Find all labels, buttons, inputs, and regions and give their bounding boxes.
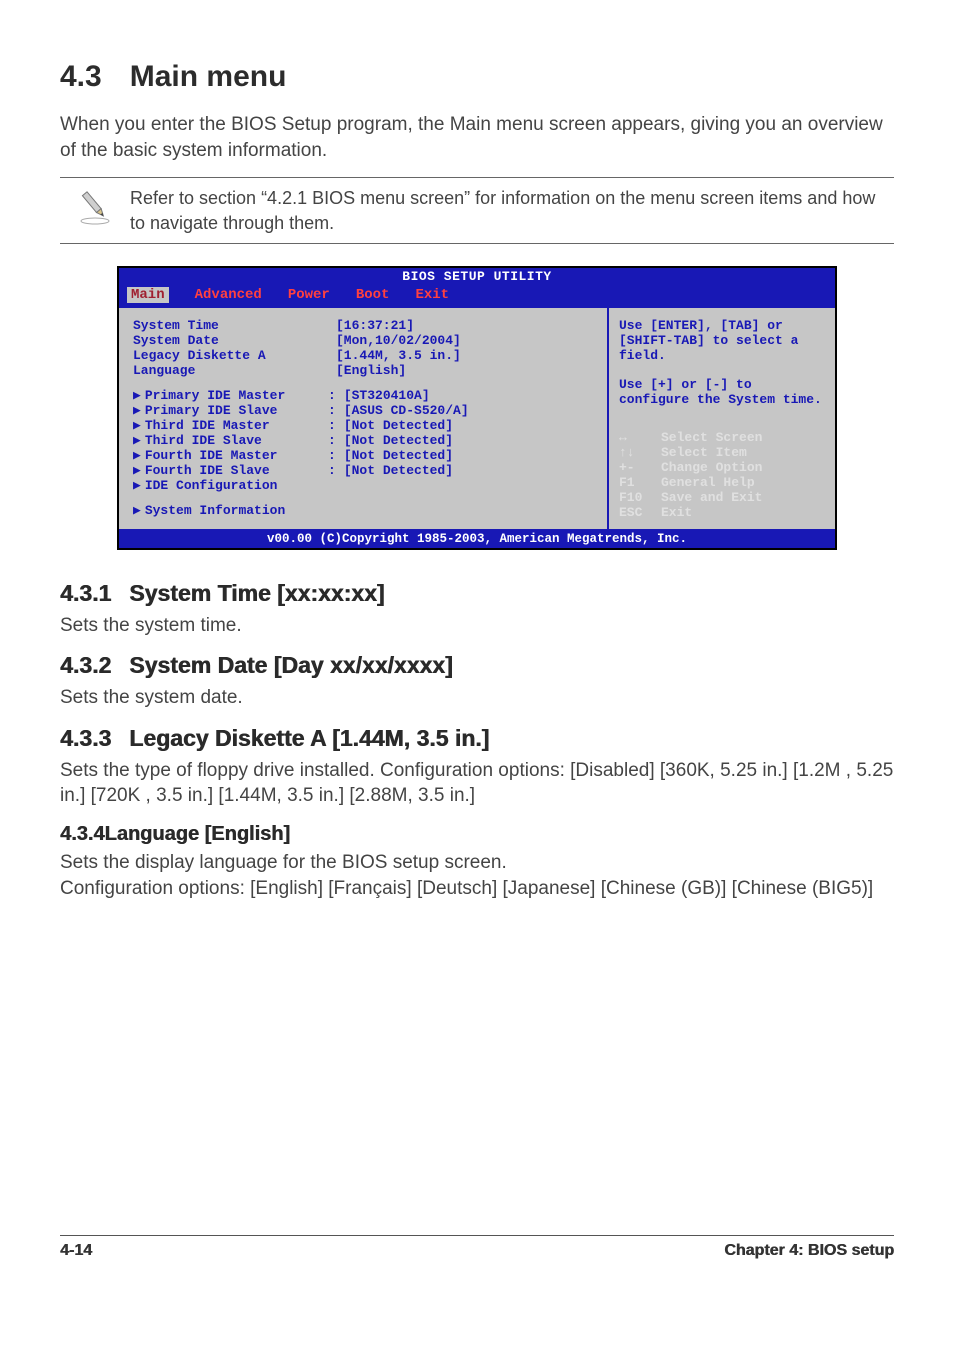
bios-tab-exit: Exit <box>415 287 449 303</box>
bios-tab-boot: Boot <box>356 287 390 303</box>
chapter-label: Chapter 4: BIOS setup <box>724 1242 894 1260</box>
field-label: IDE Configuration <box>145 478 278 493</box>
field-label: System Information <box>145 503 285 518</box>
subsection-body: Sets the system date. <box>60 685 894 711</box>
field-label: Third IDE Slave <box>145 433 262 448</box>
bios-title-bar: BIOS SETUP UTILITY <box>119 268 835 285</box>
field-value: [Not Detected] <box>336 433 453 448</box>
triangle-icon: ▶ <box>133 478 141 493</box>
field-value: [ST320410A] <box>336 388 430 403</box>
field-label: System Time <box>133 318 328 333</box>
bios-tab-advanced: Advanced <box>195 287 262 303</box>
subsection-number: 4.3.4 <box>60 823 104 845</box>
legend-key: F1 <box>619 476 661 491</box>
legend-key: +- <box>619 461 661 476</box>
bios-left-pane: System Time[16:37:21] System Date[Mon,10… <box>119 308 607 529</box>
field-label: Primary IDE Slave <box>145 403 278 418</box>
subsection-body: Sets the system time. <box>60 613 894 639</box>
triangle-icon: ▶ <box>133 448 141 463</box>
bios-menu-bar: Main Advanced Power Boot Exit <box>119 285 835 306</box>
triangle-icon: ▶ <box>133 403 141 418</box>
legend-action: General Help <box>661 475 755 490</box>
legend-action: Change Option <box>661 460 762 475</box>
page-footer: 4-14 Chapter 4: BIOS setup <box>60 1235 894 1260</box>
note-block: Refer to section “4.2.1 BIOS menu screen… <box>60 177 894 244</box>
field-value: [ASUS CD-S520/A] <box>336 403 469 418</box>
heading-title: Main menu <box>130 60 287 93</box>
bios-help-pane: Use [ENTER], [TAB] or [SHIFT-TAB] to sel… <box>607 308 835 529</box>
field-value: [Not Detected] <box>336 448 453 463</box>
field-value: [16:37:21] <box>328 318 414 333</box>
legend-action: Select Screen <box>661 430 762 445</box>
bios-screenshot: BIOS SETUP UTILITY Main Advanced Power B… <box>117 266 837 550</box>
heading-number: 4.3 <box>60 60 102 94</box>
bios-tab-power: Power <box>288 287 330 303</box>
intro-paragraph: When you enter the BIOS Setup program, t… <box>60 112 894 163</box>
subsection-number: 4.3.2 <box>60 652 111 679</box>
legend-key: ↔ <box>619 431 661 446</box>
subsection-heading: 4.3.3 Legacy Diskette A [1.44M, 3.5 in.] <box>60 725 894 752</box>
field-label: Legacy Diskette A <box>133 348 328 363</box>
field-value: [1.44M, 3.5 in.] <box>328 348 461 363</box>
triangle-icon: ▶ <box>133 503 141 518</box>
field-label: Primary IDE Master <box>145 388 285 403</box>
pencil-icon <box>60 186 130 226</box>
field-value: [English] <box>328 363 406 378</box>
field-label: Language <box>133 363 328 378</box>
section-heading: 4.3 Main menu <box>60 60 894 94</box>
bios-body: System Time[16:37:21] System Date[Mon,10… <box>119 308 835 529</box>
legend-key: F10 <box>619 491 661 506</box>
subsection-body: Sets the type of floppy drive installed.… <box>60 758 894 809</box>
field-value: [Mon,10/02/2004] <box>328 333 461 348</box>
legend-key: ESC <box>619 506 661 521</box>
subsection-title: Language [English] <box>104 823 290 845</box>
subsection-body: Sets the display language for the BIOS s… <box>60 850 894 901</box>
legend-action: Select Item <box>661 445 747 460</box>
field-label: Fourth IDE Master <box>145 448 278 463</box>
subsection-heading: 4.3.2 System Date [Day xx/xx/xxxx] <box>60 652 894 679</box>
bios-footer: v00.00 (C)Copyright 1985-2003, American … <box>119 531 835 548</box>
field-label: Third IDE Master <box>145 418 270 433</box>
legend-key: ↑↓ <box>619 446 661 461</box>
field-label: System Date <box>133 333 328 348</box>
help-text-2: Use [+] or [-] to configure the System t… <box>619 377 825 407</box>
note-text: Refer to section “4.2.1 BIOS menu screen… <box>130 186 894 235</box>
subsection-number: 4.3.1 <box>60 580 111 607</box>
bios-key-legend: ↔Select Screen ↑↓Select Item +-Change Op… <box>619 431 825 521</box>
subsection-heading: 4.3.1 System Time [xx:xx:xx] <box>60 580 894 607</box>
manual-page: 4.3 Main menu When you enter the BIOS Set… <box>0 0 954 1290</box>
subsection-number: 4.3.3 <box>60 725 111 752</box>
subsection-title: System Time [xx:xx:xx] <box>129 580 384 606</box>
triangle-icon: ▶ <box>133 418 141 433</box>
triangle-icon: ▶ <box>133 433 141 448</box>
subsection-title: Legacy Diskette A [1.44M, 3.5 in.] <box>129 725 489 751</box>
page-number: 4-14 <box>60 1242 92 1260</box>
legend-action: Save and Exit <box>661 490 762 505</box>
subsection-title: System Date [Day xx/xx/xxxx] <box>129 652 452 678</box>
help-text-1: Use [ENTER], [TAB] or [SHIFT-TAB] to sel… <box>619 318 825 363</box>
bios-tab-main: Main <box>127 287 169 303</box>
field-label: Fourth IDE Slave <box>145 463 270 478</box>
legend-action: Exit <box>661 505 692 520</box>
triangle-icon: ▶ <box>133 388 141 403</box>
field-value: [Not Detected] <box>336 463 453 478</box>
field-value: [Not Detected] <box>336 418 453 433</box>
subsection-heading: 4.3.4Language [English] <box>60 823 894 846</box>
triangle-icon: ▶ <box>133 463 141 478</box>
